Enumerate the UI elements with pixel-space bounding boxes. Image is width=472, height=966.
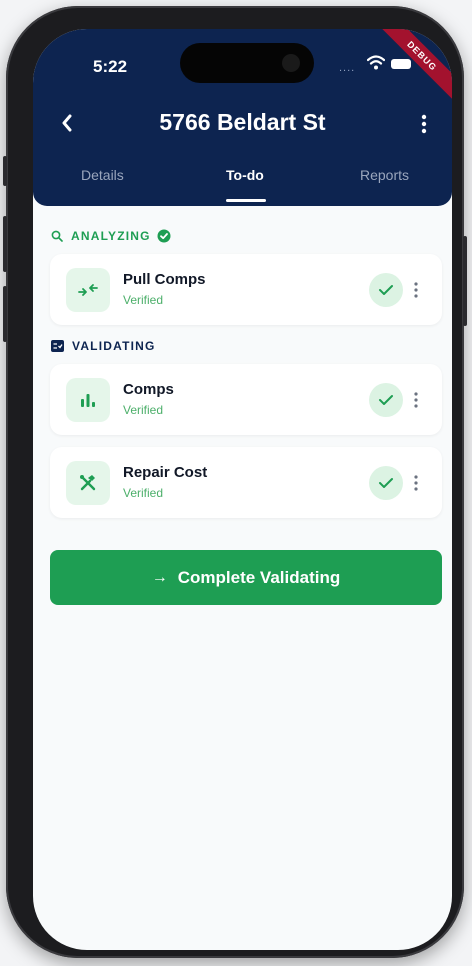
arrow-right-icon: →: [151, 568, 168, 586]
arrows-converge-icon: [78, 284, 98, 296]
section-validating-label: VALIDATING: [51, 339, 156, 353]
app-header: 5:22 .... DEBUG 5766 Beldart St Details …: [33, 29, 452, 206]
status-time: 5:22: [93, 57, 128, 76]
cta-label: Complete Validating: [177, 567, 341, 587]
battery-icon: [391, 59, 411, 69]
dynamic-island: [180, 43, 314, 83]
task-name: Repair Cost: [123, 464, 208, 481]
complete-validating-button[interactable]: → Complete Validating: [50, 550, 442, 605]
check-icon: [379, 395, 393, 405]
signal-dots: ....: [339, 62, 356, 74]
task-card-comps[interactable]: Comps Verified: [50, 364, 442, 435]
check-icon: [379, 478, 393, 488]
tab-todo[interactable]: To-do: [226, 167, 264, 183]
power-button: [463, 236, 467, 326]
camera-icon: [282, 54, 300, 72]
task-status: Verified: [123, 403, 164, 417]
tab-reports[interactable]: Reports: [360, 167, 409, 183]
verified-check-button[interactable]: [369, 383, 403, 417]
debug-ribbon: DEBUG: [373, 29, 452, 105]
active-tab-indicator: [226, 199, 266, 202]
verified-check-button[interactable]: [369, 466, 403, 500]
verified-check-button[interactable]: [369, 273, 403, 307]
check-icon: [379, 285, 393, 295]
wifi-icon: [367, 55, 385, 70]
task-icon-tile: [66, 461, 110, 505]
task-card-pull-comps[interactable]: Pull Comps Verified: [50, 254, 442, 325]
section-title: VALIDATING: [72, 339, 156, 353]
phone-screen: 5:22 .... DEBUG 5766 Beldart St Details …: [33, 29, 452, 950]
task-icon-tile: [66, 268, 110, 312]
bar-chart-icon: [81, 394, 95, 407]
more-vertical-icon[interactable]: [412, 390, 420, 410]
task-name: Pull Comps: [123, 271, 206, 288]
task-status: Verified: [123, 486, 164, 500]
section-analyzing-label: ANALYZING: [51, 229, 171, 243]
tools-icon: [80, 475, 96, 491]
search-icon: [51, 230, 63, 242]
tab-details[interactable]: Details: [81, 167, 124, 183]
task-icon-tile: [66, 378, 110, 422]
phone-frame: 5:22 .... DEBUG 5766 Beldart St Details …: [3, 6, 467, 958]
more-vertical-icon[interactable]: [419, 113, 429, 135]
volume-down-button: [3, 286, 7, 342]
volume-up-button: [3, 216, 7, 272]
task-card-repair-cost[interactable]: Repair Cost Verified: [50, 447, 442, 518]
page-title: 5766 Beldart St: [159, 109, 326, 135]
task-status: Verified: [123, 293, 164, 307]
more-vertical-icon[interactable]: [412, 280, 420, 300]
checklist-icon: [51, 340, 64, 352]
check-circle-icon: [157, 229, 171, 243]
tab-bar: Details To-do Reports: [33, 159, 452, 199]
task-name: Comps: [123, 381, 174, 398]
mute-switch: [3, 156, 7, 186]
more-vertical-icon[interactable]: [412, 473, 420, 493]
section-title: ANALYZING: [71, 229, 151, 243]
